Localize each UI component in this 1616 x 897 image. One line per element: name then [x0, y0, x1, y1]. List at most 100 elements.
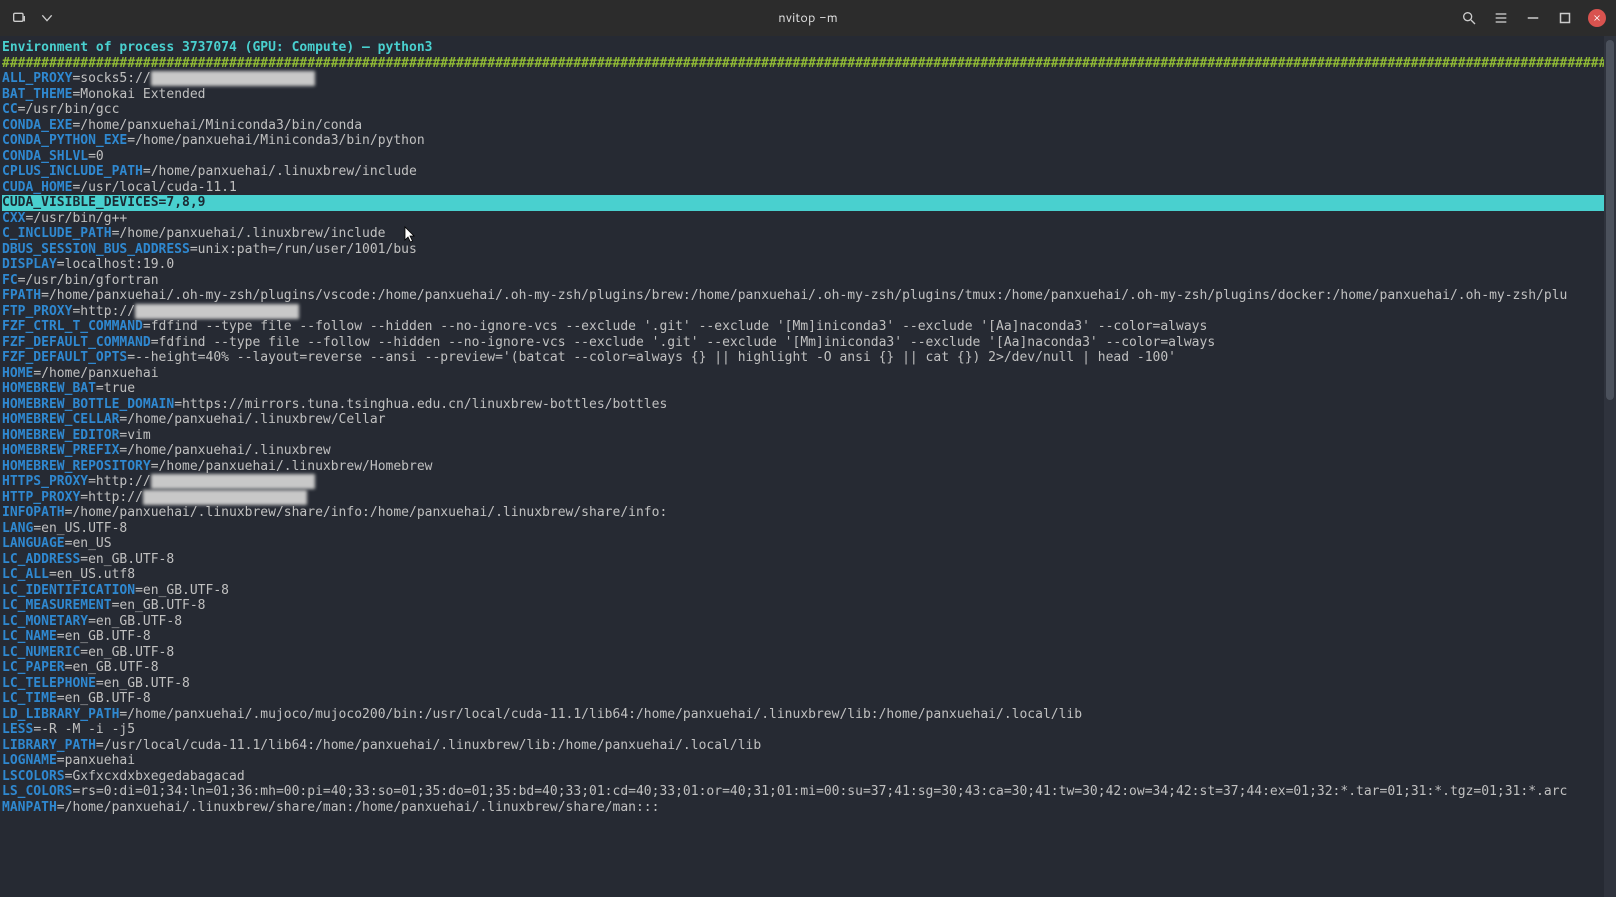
- env-row[interactable]: C_INCLUDE_PATH=/home/panxuehai/.linuxbre…: [2, 226, 1614, 242]
- env-row[interactable]: LS_COLORS=rs=0:di=01;34:ln=01;36:mh=00:p…: [2, 784, 1614, 800]
- env-row[interactable]: LC_MEASUREMENT=en_GB.UTF-8: [2, 598, 1614, 614]
- env-key: FPATH: [2, 288, 41, 303]
- env-row[interactable]: LC_NUMERIC=en_GB.UTF-8: [2, 645, 1614, 661]
- hamburger-menu-icon[interactable]: [1492, 9, 1510, 27]
- env-row[interactable]: CUDA_VISIBLE_DEVICES=7,8,9: [2, 195, 1614, 211]
- env-row[interactable]: HOMEBREW_CELLAR=/home/panxuehai/.linuxbr…: [2, 412, 1614, 428]
- env-row[interactable]: HTTPS_PROXY=http://xxxxxxxxxxxxxxxxxxxxx: [2, 474, 1614, 490]
- env-sep: =: [88, 149, 96, 164]
- env-row[interactable]: LC_NAME=en_GB.UTF-8: [2, 629, 1614, 645]
- env-row[interactable]: CONDA_PYTHON_EXE=/home/panxuehai/Minicon…: [2, 133, 1614, 149]
- env-value: https://mirrors.tuna.tsinghua.edu.cn/lin…: [182, 397, 667, 412]
- env-sep: =: [57, 629, 65, 644]
- env-row[interactable]: HTTP_PROXY=http://xxxxxxxxxxxxxxxxxxxxx: [2, 490, 1614, 506]
- env-row[interactable]: LC_MONETARY=en_GB.UTF-8: [2, 614, 1614, 630]
- env-row[interactable]: LSCOLORS=Gxfxcxdxbxegedabagacad: [2, 769, 1614, 785]
- env-key: LC_ALL: [2, 567, 49, 582]
- env-key: LESS: [2, 722, 33, 737]
- env-row[interactable]: FPATH=/home/panxuehai/.oh-my-zsh/plugins…: [2, 288, 1614, 304]
- env-header: Environment of process 3737074 (GPU: Com…: [2, 40, 1614, 56]
- env-row[interactable]: LIBRARY_PATH=/usr/local/cuda-11.1/lib64:…: [2, 738, 1614, 754]
- env-row[interactable]: LC_TELEPHONE=en_GB.UTF-8: [2, 676, 1614, 692]
- env-key: LC_TELEPHONE: [2, 676, 96, 691]
- env-key: FZF_DEFAULT_OPTS: [2, 350, 127, 365]
- env-row[interactable]: FZF_DEFAULT_OPTS=--height=40% --layout=r…: [2, 350, 1614, 366]
- env-value: panxuehai: [65, 753, 135, 768]
- env-value: /home/panxuehai/.linuxbrew: [127, 443, 331, 458]
- env-key: LC_MONETARY: [2, 614, 88, 629]
- env-key: LANG: [2, 521, 33, 536]
- env-row[interactable]: FZF_CTRL_T_COMMAND=fdfind --type file --…: [2, 319, 1614, 335]
- env-row[interactable]: CXX=/usr/bin/g++: [2, 211, 1614, 227]
- env-value: /usr/bin/g++: [33, 211, 127, 226]
- env-value: vim: [127, 428, 150, 443]
- env-value: Gxfxcxdxbxegedabagacad: [72, 769, 244, 784]
- env-key: LOGNAME: [2, 753, 57, 768]
- env-key: LC_PAPER: [2, 660, 65, 675]
- env-key: LD_LIBRARY_PATH: [2, 707, 119, 722]
- env-sep: =: [174, 397, 182, 412]
- env-key: LC_TIME: [2, 691, 57, 706]
- env-row[interactable]: HOME=/home/panxuehai: [2, 366, 1614, 382]
- dropdown-icon[interactable]: [38, 9, 56, 27]
- env-sep: =: [143, 319, 151, 334]
- minimize-button[interactable]: [1524, 9, 1542, 27]
- env-row[interactable]: HOMEBREW_BOTTLE_DOMAIN=https://mirrors.t…: [2, 397, 1614, 413]
- env-value: 7,8,9: [166, 195, 205, 210]
- env-value: en_GB.UTF-8: [65, 629, 151, 644]
- window-titlebar: nvitop -m: [0, 0, 1616, 37]
- env-sep: =: [151, 459, 159, 474]
- redacted-text: xxxxxxxxxxxxxxxxxxxxx: [151, 474, 315, 489]
- env-row[interactable]: DBUS_SESSION_BUS_ADDRESS=unix:path=/run/…: [2, 242, 1614, 258]
- maximize-button[interactable]: [1556, 9, 1574, 27]
- env-row[interactable]: LC_ALL=en_US.utf8: [2, 567, 1614, 583]
- env-sep: =: [57, 691, 65, 706]
- env-row[interactable]: LANGUAGE=en_US: [2, 536, 1614, 552]
- env-sep: =: [151, 335, 159, 350]
- env-value: 0: [96, 149, 104, 164]
- env-sep: =: [88, 474, 96, 489]
- env-key: HOMEBREW_EDITOR: [2, 428, 119, 443]
- env-row[interactable]: LOGNAME=panxuehai: [2, 753, 1614, 769]
- terminal-scrollthumb[interactable]: [1606, 40, 1614, 400]
- terminal-viewport[interactable]: Environment of process 3737074 (GPU: Com…: [0, 36, 1616, 897]
- env-row[interactable]: HOMEBREW_REPOSITORY=/home/panxuehai/.lin…: [2, 459, 1614, 475]
- env-row[interactable]: CUDA_HOME=/usr/local/cuda-11.1: [2, 180, 1614, 196]
- terminal-scrollbar[interactable]: [1604, 36, 1616, 897]
- env-row[interactable]: HOMEBREW_EDITOR=vim: [2, 428, 1614, 444]
- env-row[interactable]: LD_LIBRARY_PATH=/home/panxuehai/.mujoco/…: [2, 707, 1614, 723]
- env-row[interactable]: LC_ADDRESS=en_GB.UTF-8: [2, 552, 1614, 568]
- env-row[interactable]: CC=/usr/bin/gcc: [2, 102, 1614, 118]
- env-key: HOME: [2, 366, 33, 381]
- env-row[interactable]: LESS=-R -M -i -j5: [2, 722, 1614, 738]
- env-row[interactable]: MANPATH=/home/panxuehai/.linuxbrew/share…: [2, 800, 1614, 816]
- env-row[interactable]: LC_TIME=en_GB.UTF-8: [2, 691, 1614, 707]
- env-value: /home/panxuehai/.linuxbrew/Cellar: [127, 412, 385, 427]
- env-value: en_US: [72, 536, 111, 551]
- env-row[interactable]: INFOPATH=/home/panxuehai/.linuxbrew/shar…: [2, 505, 1614, 521]
- env-key: LSCOLORS: [2, 769, 65, 784]
- env-row[interactable]: CONDA_EXE=/home/panxuehai/Miniconda3/bin…: [2, 118, 1614, 134]
- env-row[interactable]: HOMEBREW_PREFIX=/home/panxuehai/.linuxbr…: [2, 443, 1614, 459]
- env-row[interactable]: FC=/usr/bin/gfortran: [2, 273, 1614, 289]
- env-row[interactable]: ALL_PROXY=socks5://xxxxxxxxxxxxxxxxxxxxx: [2, 71, 1614, 87]
- redacted-text: xxxxxxxxxxxxxxxxxxxxx: [135, 304, 299, 319]
- close-button[interactable]: [1588, 9, 1606, 27]
- env-row[interactable]: FTP_PROXY=http://xxxxxxxxxxxxxxxxxxxxx: [2, 304, 1614, 320]
- env-row[interactable]: FZF_DEFAULT_COMMAND=fdfind --type file -…: [2, 335, 1614, 351]
- env-key: LC_ADDRESS: [2, 552, 80, 567]
- env-sep: =: [41, 288, 49, 303]
- env-row[interactable]: BAT_THEME=Monokai Extended: [2, 87, 1614, 103]
- env-row[interactable]: LANG=en_US.UTF-8: [2, 521, 1614, 537]
- env-row[interactable]: LC_IDENTIFICATION=en_GB.UTF-8: [2, 583, 1614, 599]
- env-row[interactable]: LC_PAPER=en_GB.UTF-8: [2, 660, 1614, 676]
- env-value: localhost:19.0: [65, 257, 175, 272]
- env-row[interactable]: CONDA_SHLVL=0: [2, 149, 1614, 165]
- search-icon[interactable]: [1460, 9, 1478, 27]
- env-value-prefix: http://: [80, 304, 135, 319]
- env-row[interactable]: HOMEBREW_BAT=true: [2, 381, 1614, 397]
- env-sep: =: [57, 753, 65, 768]
- env-row[interactable]: DISPLAY=localhost:19.0: [2, 257, 1614, 273]
- env-row[interactable]: CPLUS_INCLUDE_PATH=/home/panxuehai/.linu…: [2, 164, 1614, 180]
- new-tab-icon[interactable]: [10, 9, 28, 27]
